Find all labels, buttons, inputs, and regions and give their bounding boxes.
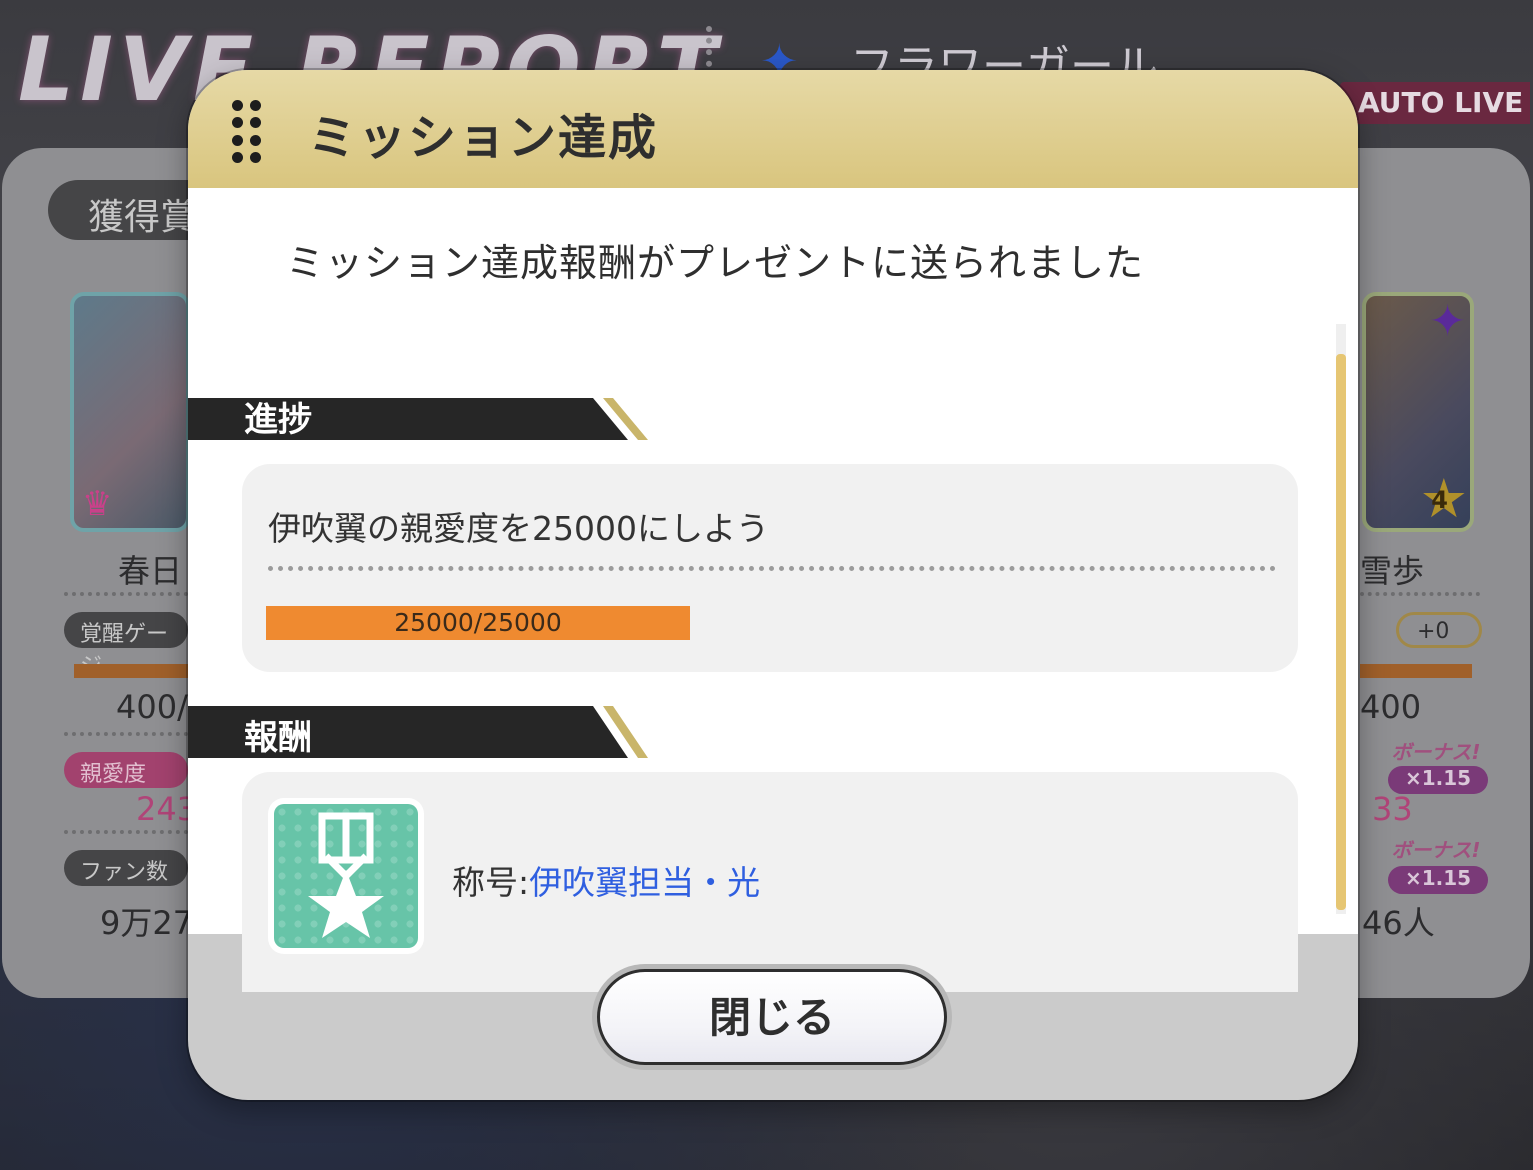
scrollbar-thumb[interactable] (1336, 354, 1346, 910)
bonus-label: ボーナス! (1391, 740, 1481, 764)
progress-value: 25000/25000 (394, 608, 562, 637)
right-affection-value: 33 (1372, 790, 1413, 828)
sparkle-icon: ✦ (1429, 296, 1466, 347)
reward-section-label: 報酬 (244, 718, 312, 758)
bonus-multiplier: ×1.15 (1388, 866, 1488, 894)
auto-live-badge: AUTO LIVE (1340, 82, 1530, 124)
close-button-label[interactable]: 閉じる (597, 969, 947, 1065)
progress-section-label: 進捗 (244, 400, 312, 440)
right-fans-value: 46人 (1362, 904, 1435, 942)
left-fans-value: 9万27 (100, 904, 194, 942)
left-gauge-bar (74, 664, 188, 678)
medal-star-icon (274, 804, 418, 948)
reward-card: 称号:伊吹翼担当・光 (242, 772, 1298, 992)
dialog-message: ミッション達成報酬がプレゼントに送られました (286, 241, 1145, 285)
bonus-label: ボーナス! (1391, 838, 1481, 862)
left-affection-label: 親愛度 (64, 752, 188, 788)
divider (1360, 592, 1480, 596)
idol-card-right: ✦ ★ 4 (1362, 292, 1474, 532)
mission-description: 伊吹翼の親愛度を25000にしよう (268, 509, 769, 548)
dialog-title: ミッション達成 (308, 110, 659, 166)
left-idol-name: 春日 (118, 552, 183, 590)
reward-description: 称号:伊吹翼担当・光 (452, 856, 760, 904)
progress-section-header: 進捗 (188, 398, 648, 440)
divider (64, 592, 188, 596)
reward-title-link[interactable]: 伊吹翼担当・光 (529, 863, 760, 902)
reward-icon-frame (268, 798, 424, 954)
right-plus-badge: +0 (1396, 612, 1482, 648)
divider (64, 732, 188, 736)
progress-bar: 25000/25000 (266, 606, 690, 640)
crown-icon: ♛ (82, 484, 113, 524)
left-gauge-label: 覚醒ゲージ (64, 612, 188, 679)
dialog-header: ミッション達成 (188, 70, 1358, 188)
reward-prefix: 称号: (452, 863, 530, 902)
right-gauge-bar (1360, 664, 1472, 678)
left-gauge-value: 400/ (116, 688, 188, 726)
close-button[interactable]: 閉じる (592, 964, 952, 1070)
scrollbar[interactable] (1336, 324, 1346, 914)
dotted-divider (268, 566, 1276, 571)
divider (64, 830, 188, 834)
idol-card-left: ♛ (70, 292, 190, 532)
mission-complete-dialog: ミッション達成 ミッション達成報酬がプレゼントに送られました 進捗 伊吹翼の親愛… (188, 70, 1358, 1100)
reward-section-header: 報酬 (188, 706, 648, 758)
rank-number: 4 (1431, 486, 1448, 514)
right-gauge-value: 400 (1360, 688, 1422, 726)
drag-grip-icon (232, 100, 262, 164)
right-idol-name: 雪歩 (1360, 552, 1425, 590)
left-fans-label: ファン数 (64, 850, 188, 886)
progress-card: 伊吹翼の親愛度を25000にしよう 25000/25000 (242, 464, 1298, 672)
dialog-body[interactable]: ミッション達成報酬がプレゼントに送られました 進捗 伊吹翼の親愛度を25000に… (188, 188, 1358, 992)
